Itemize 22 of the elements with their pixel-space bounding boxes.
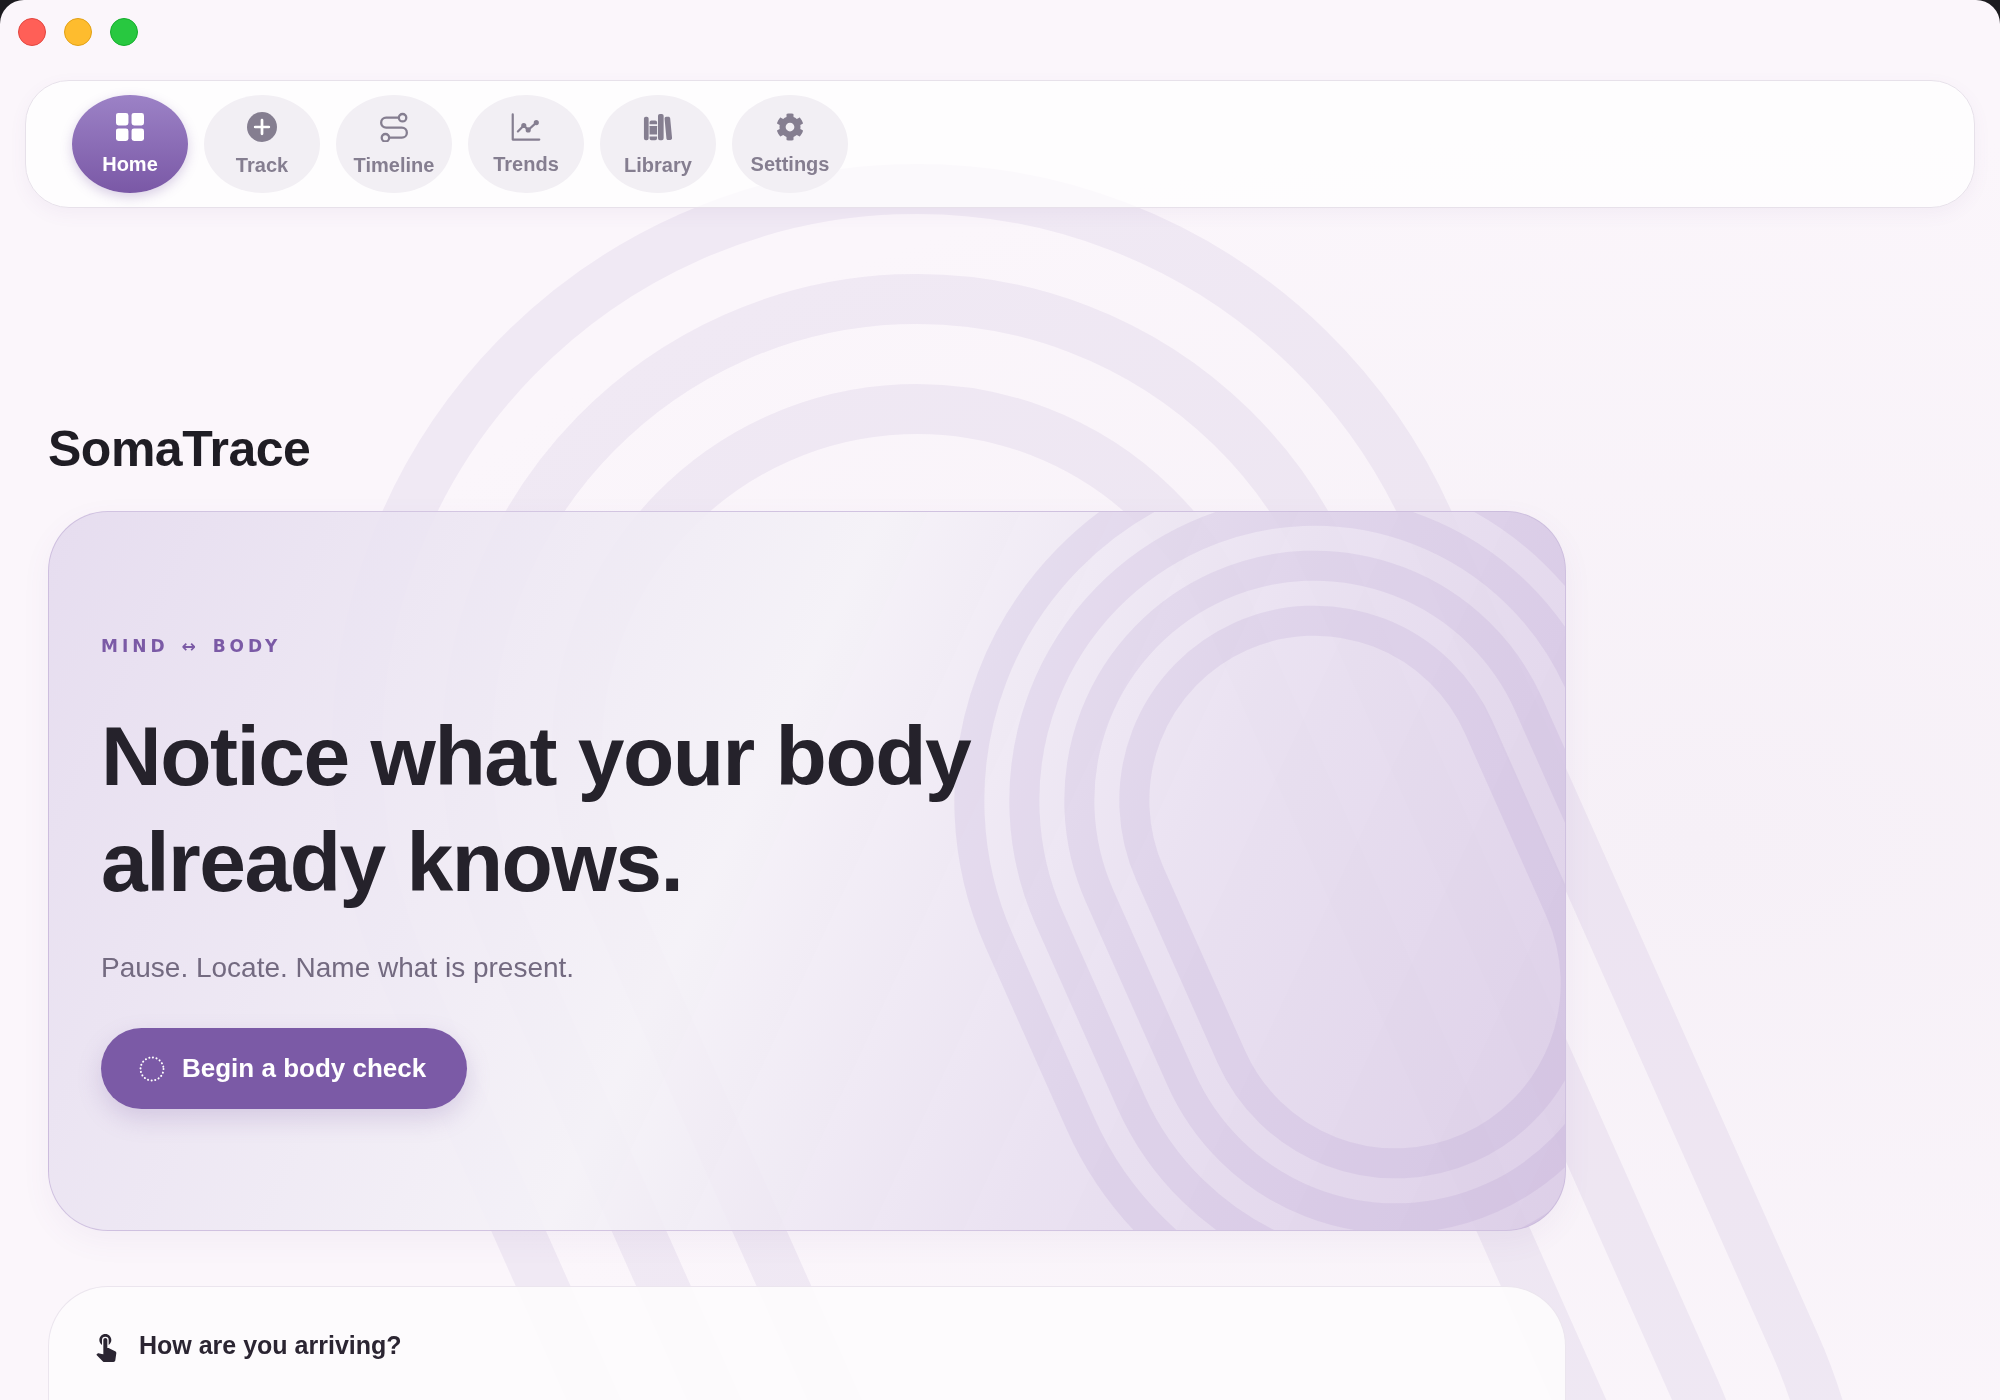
nav-tab[interactable]: Settings	[732, 95, 848, 193]
nav-tab[interactable]: Library	[600, 95, 716, 193]
dotted-circle-icon	[139, 1055, 165, 1082]
grid-icon	[116, 113, 144, 141]
app-title: SomaTrace	[48, 420, 311, 479]
checkin-title: How are you arriving?	[139, 1330, 402, 1360]
begin-body-check-button[interactable]: Begin a body check	[101, 1028, 468, 1109]
close-window-button[interactable]	[18, 18, 46, 46]
hero-subtitle: Pause. Locate. Name what is present.	[101, 951, 575, 985]
line-chart-icon	[511, 113, 541, 141]
zoom-window-button[interactable]	[110, 18, 138, 46]
nav-tab[interactable]: Trends	[468, 95, 584, 193]
nav-tab[interactable]: Home	[72, 95, 188, 193]
route-icon	[379, 112, 409, 142]
hero-headline: Notice what your body already knows.	[101, 708, 972, 911]
nav-tab[interactable]: Timeline	[336, 95, 452, 193]
nav-tab[interactable]: Track	[204, 95, 320, 193]
minimize-window-button[interactable]	[64, 18, 92, 46]
books-icon	[643, 112, 673, 142]
plus-circle-icon	[247, 112, 277, 142]
gear-icon	[776, 113, 804, 141]
eyebrow-label: MIND ↔ BODY	[101, 635, 282, 657]
